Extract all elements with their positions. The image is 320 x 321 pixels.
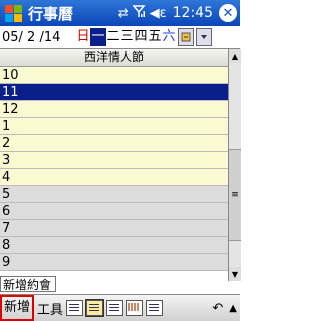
holiday-banner[interactable]: 西洋情人節 — [0, 49, 228, 67]
hour-slot-3[interactable]: 3 — [0, 152, 228, 169]
windows-start-icon[interactable] — [2, 2, 24, 24]
weekday-sunday[interactable]: 日 — [76, 28, 90, 46]
hour-slot-12[interactable]: 12 — [0, 101, 228, 118]
hour-slot-7[interactable]: 7 — [0, 220, 228, 237]
weekday-saturday[interactable]: 六 — [162, 28, 176, 46]
sync-icon[interactable]: ⇄ — [118, 6, 129, 21]
agenda-view-icon[interactable] — [66, 300, 84, 316]
close-icon: ✕ — [222, 5, 234, 21]
hour-slot-10[interactable]: 10 — [0, 67, 228, 84]
weekday-tuesday[interactable]: 二 — [106, 28, 120, 46]
week-view-icon[interactable] — [106, 300, 124, 316]
date-bar: 05/ 2 /14 日 一 二 三 四 五 六 — [0, 26, 240, 49]
hour-slot-6[interactable]: 6 — [0, 203, 228, 220]
clock[interactable]: 12:45 — [173, 5, 213, 21]
current-date[interactable]: 05/ 2 /14 — [2, 30, 76, 45]
day-view-icon[interactable] — [85, 299, 105, 317]
hour-slot-8[interactable]: 8 — [0, 237, 228, 254]
new-button[interactable]: 新增 — [0, 295, 35, 321]
app-title: 行事曆 — [28, 4, 74, 23]
menu-bar: 新增 工具 ↶ ▲ — [0, 294, 240, 321]
tools-menu-button[interactable]: 工具 — [37, 299, 63, 318]
month-view-icon[interactable] — [126, 300, 144, 316]
volume-icon[interactable]: ◀ε — [150, 6, 167, 21]
title-bar: 行事曆 ⇄ ◀ε 12:45 ✕ — [0, 0, 240, 26]
year-view-icon[interactable] — [146, 300, 164, 316]
signal-icon[interactable] — [132, 4, 146, 22]
new-appointment-tab[interactable]: 新增約會 — [0, 276, 56, 292]
hour-slot-11-selected[interactable]: 11 — [0, 84, 228, 101]
calendar-dropdown-icon[interactable] — [196, 28, 212, 46]
scroll-up-icon[interactable]: ▲ — [229, 49, 241, 63]
weekday-monday[interactable]: 一 — [90, 28, 106, 46]
hour-list: 10 11 12 1 2 3 4 5 6 7 8 9 — [0, 67, 228, 271]
weekday-wednesday[interactable]: 三 — [120, 28, 134, 46]
scroll-down-icon[interactable]: ▼ — [229, 267, 241, 281]
input-panel-icon[interactable]: ▲ — [229, 303, 237, 314]
vertical-scrollbar[interactable]: ▲ ≡ ▼ — [228, 49, 241, 281]
hour-slot-4[interactable]: 4 — [0, 169, 228, 186]
hour-slot-2[interactable]: 2 — [0, 135, 228, 152]
hour-slot-1[interactable]: 1 — [0, 118, 228, 135]
weekday-thursday[interactable]: 四 — [134, 28, 148, 46]
hour-slot-5[interactable]: 5 — [0, 186, 228, 203]
weekday-friday[interactable]: 五 — [148, 28, 162, 46]
close-button[interactable]: ✕ — [219, 4, 237, 22]
scrollbar-thumb[interactable]: ≡ — [229, 149, 241, 241]
category-filter-icon[interactable] — [178, 28, 194, 46]
undo-icon[interactable]: ↶ — [212, 301, 223, 316]
hour-slot-9[interactable]: 9 — [0, 254, 228, 271]
